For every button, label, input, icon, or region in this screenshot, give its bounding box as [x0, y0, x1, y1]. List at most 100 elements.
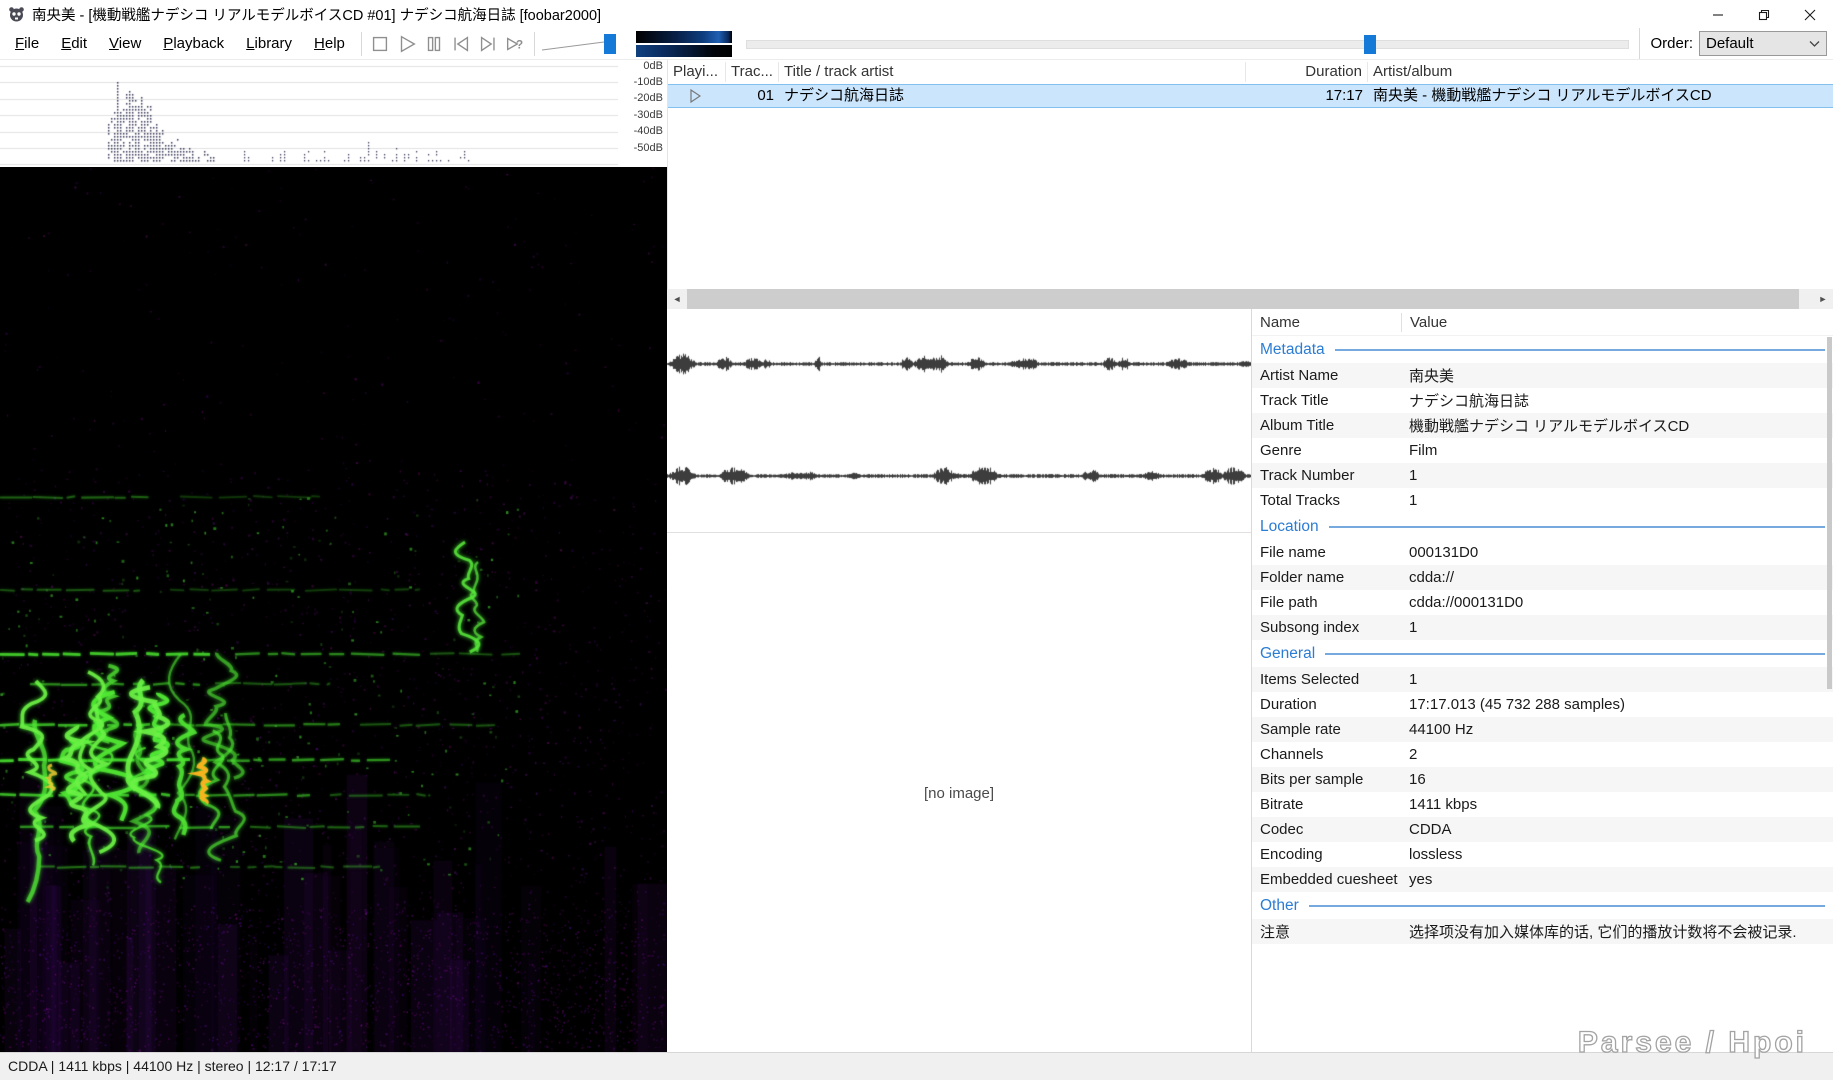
next-button[interactable] [476, 31, 501, 57]
properties-section-header: Location [1252, 513, 1833, 540]
menu-file[interactable]: File [4, 28, 50, 59]
playlist-header: Playi... Trac... Title / track artist Durat… [668, 60, 1833, 84]
separator [533, 31, 535, 56]
separator [360, 31, 362, 56]
property-row: 注意 选择项没有加入媒体库的话, 它们的播放计数将不会被记录. [1252, 919, 1833, 944]
db-label: -40dB [633, 125, 663, 138]
titlebar[interactable]: 南央美 - [機動戦艦ナデシコ リアルモデルボイスCD #01] ナデシコ航海日… [0, 0, 1833, 30]
playlist-column-header[interactable]: Title / track artist [779, 62, 1246, 82]
previous-button[interactable] [449, 31, 474, 57]
properties-scrollbar-thumb[interactable] [1827, 337, 1832, 689]
playlist-column-header[interactable]: Trac... [726, 62, 779, 82]
playlist-column-header[interactable]: Playi... [668, 62, 726, 82]
property-row: File path cdda://000131D0 [1252, 590, 1833, 615]
restore-button[interactable] [1741, 0, 1787, 30]
pause-button[interactable] [422, 31, 447, 57]
seekbar[interactable] [745, 29, 1630, 59]
window-title: 南央美 - [機動戦艦ナデシコ リアルモデルボイスCD #01] ナデシコ航海日… [32, 7, 602, 24]
volume-thumb[interactable] [603, 33, 616, 54]
property-value: 17:17.013 (45 732 288 samples) [1409, 696, 1625, 713]
properties-panel: Name Value Metadata Artist Name 南央美 Track T… [1251, 309, 1833, 1052]
property-row: Duration 17:17.013 (45 732 288 samples) [1252, 692, 1833, 717]
property-row: Album Title 機動戦艦ナデシコ リアルモデルボイスCD [1252, 413, 1833, 438]
playlist-column-header[interactable]: Duration [1246, 62, 1368, 82]
spectrum-analyzer-canvas [0, 60, 618, 167]
seekbar-thumb[interactable] [1364, 34, 1377, 54]
property-value: 1 [1409, 467, 1418, 484]
property-name: Channels [1260, 746, 1324, 763]
property-value: 1 [1409, 492, 1418, 509]
statusbar: CDDA | 1411 kbps | 44100 Hz | stereo | 1… [0, 1052, 1833, 1080]
property-row: Total Tracks 1 [1252, 488, 1833, 513]
menu-library[interactable]: Library [235, 28, 303, 59]
section-divider [1334, 348, 1825, 351]
scroll-right-arrow[interactable]: ► [1813, 289, 1833, 309]
playing-indicator-icon [690, 88, 702, 104]
playlist-column-header[interactable]: Artist/album [1368, 62, 1833, 82]
property-value: 2 [1409, 746, 1418, 763]
db-label: -50dB [633, 141, 663, 154]
volume-slider[interactable] [540, 29, 632, 59]
play-button[interactable] [395, 31, 420, 57]
property-value: 1 [1409, 671, 1418, 688]
spectrum-visualization [635, 30, 732, 58]
db-label: -30dB [633, 108, 663, 121]
playing-indicator-cell [668, 85, 726, 107]
restore-icon [1758, 9, 1770, 21]
app-icon [9, 6, 24, 21]
property-name: Bits per sample [1260, 771, 1364, 788]
property-name: Embedded cuesheet [1260, 871, 1398, 888]
properties-value-column-header: Value [1410, 313, 1448, 331]
svg-text:?: ? [516, 37, 523, 51]
close-icon [1804, 9, 1816, 21]
property-value: 1 [1409, 619, 1418, 636]
order-value: Default [1706, 35, 1754, 52]
next-icon [481, 35, 496, 52]
spectrogram-canvas [0, 167, 667, 1052]
property-row: Encoding lossless [1252, 842, 1833, 867]
section-divider [1308, 904, 1825, 907]
property-row: Codec CDDA [1252, 817, 1833, 842]
pause-icon [428, 36, 441, 51]
property-row: Track Number 1 [1252, 463, 1833, 488]
db-label: -10dB [633, 75, 663, 88]
horizontal-scrollbar[interactable]: ◄ ► [667, 289, 1833, 309]
waveform-canvas [667, 309, 1251, 533]
scroll-left-arrow[interactable]: ◄ [667, 289, 687, 309]
spectrum-vis-bottom [635, 44, 732, 57]
menu-help[interactable]: Help [303, 28, 356, 59]
property-value: 16 [1409, 771, 1426, 788]
random-button[interactable]: ? [503, 31, 528, 57]
stop-icon [373, 36, 388, 51]
property-row: Sample rate 44100 Hz [1252, 717, 1833, 742]
property-value: 1411 kbps [1409, 796, 1478, 813]
stop-button[interactable] [368, 31, 393, 57]
seekbar-track[interactable] [745, 39, 1630, 49]
horizontal-scrollbar-thumb[interactable] [687, 289, 1799, 309]
property-row: File name 000131D0 [1252, 540, 1833, 565]
property-name: Total Tracks [1260, 492, 1341, 509]
close-button[interactable] [1787, 0, 1833, 30]
toolbar: File Edit View Playback Library Help ? Order: [0, 28, 1833, 60]
property-name: File name [1260, 544, 1326, 561]
order-dropdown[interactable]: Default [1699, 31, 1827, 56]
property-value: cdda://000131D0 [1409, 594, 1524, 611]
playlist-row[interactable]: 01 ナデシコ航海日誌 17:17 南央美 - 機動戦艦ナデシコ リアルモデルボイスC… [668, 84, 1833, 108]
minimize-icon [1713, 14, 1723, 16]
section-title: General [1260, 644, 1316, 662]
playlist-panel: Playi... Trac... Title / track artist Durat… [667, 60, 1833, 289]
order-label: Order: [1650, 35, 1693, 52]
menu-playback[interactable]: Playback [152, 28, 235, 59]
menu-edit[interactable]: Edit [50, 28, 98, 59]
menu-view[interactable]: View [98, 28, 152, 59]
playback-order: Order: Default [1639, 28, 1833, 59]
property-name: Duration [1260, 696, 1317, 713]
chevron-down-icon [1809, 41, 1820, 47]
property-name: Genre [1260, 442, 1302, 459]
property-name: Folder name [1260, 569, 1345, 586]
window-controls [1695, 0, 1833, 30]
property-name: Artist Name [1260, 367, 1339, 384]
minimize-button[interactable] [1695, 0, 1741, 30]
property-name: Track Title [1260, 392, 1329, 409]
properties-name-column-header: Name [1260, 313, 1301, 331]
